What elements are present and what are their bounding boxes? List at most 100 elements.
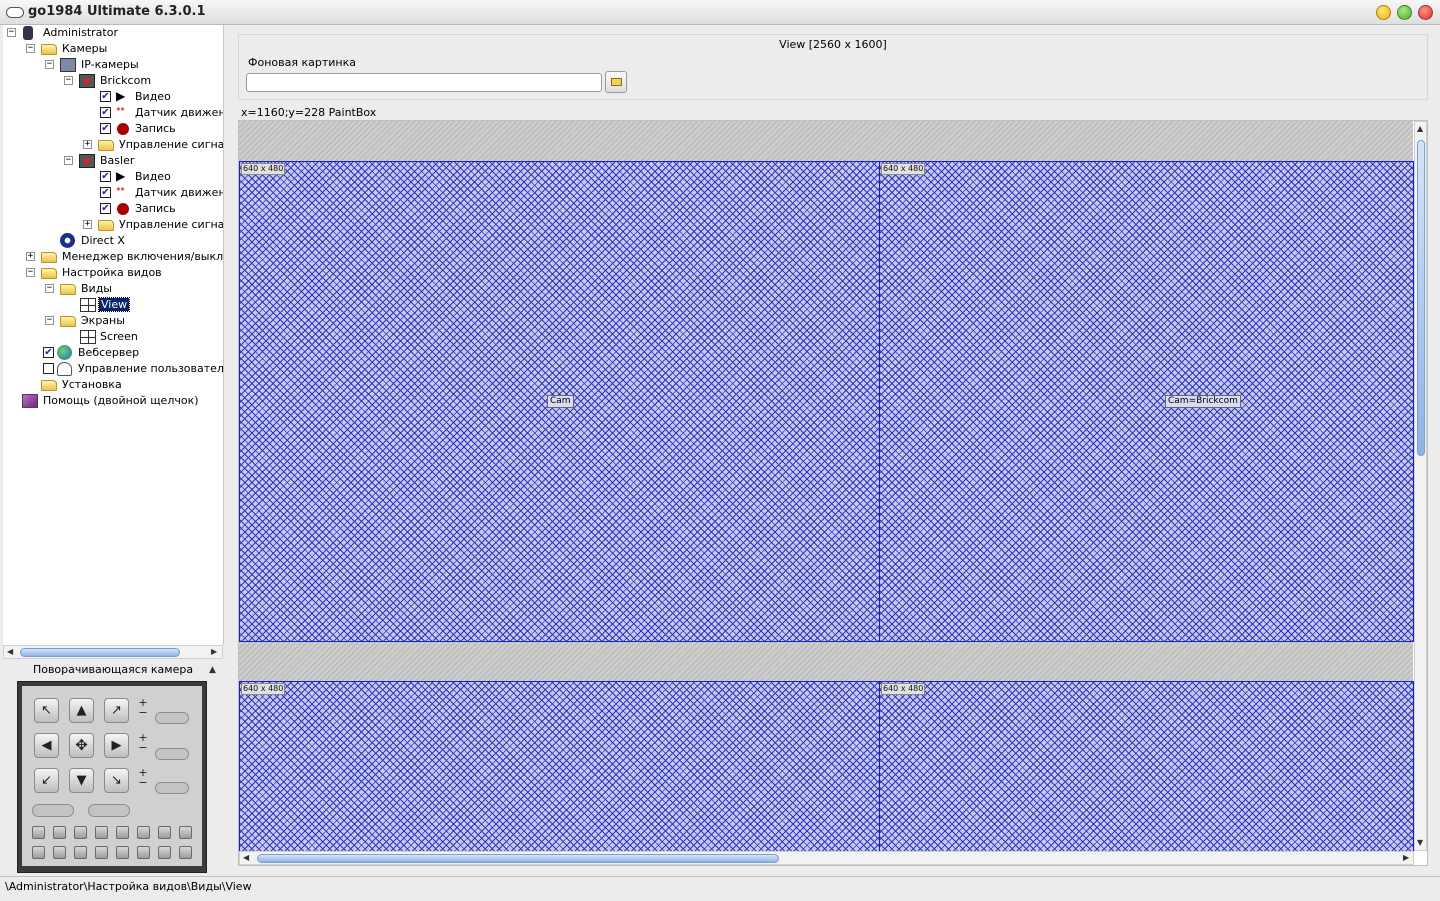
pan-up-right-button[interactable]: ↗ [104, 698, 129, 723]
tree-node-directx[interactable]: Direct X [3, 233, 223, 249]
tree-node-help[interactable]: Помощь (двойной щелчок) [3, 393, 223, 409]
iris-plus-minus-control[interactable]: + − [137, 767, 149, 790]
tree-horizontal-scrollbar[interactable]: ◀ ▶ [3, 645, 223, 659]
tree-node-install[interactable]: Установка [3, 377, 223, 393]
system-menu-icon[interactable] [6, 7, 24, 18]
tree-node-video[interactable]: ✔ ▶ Видео [3, 169, 223, 185]
tree-node-ip-cameras[interactable]: − IP-камеры [3, 57, 223, 73]
view-canvas[interactable]: 640 x 480 Cam 640 x 480 Cam=Brickcom 640… [238, 120, 1428, 866]
tree-node-motion-sensor[interactable]: ✔ ᕯ Датчик движения [3, 105, 223, 121]
enabled-checkbox[interactable]: ✔ [100, 187, 111, 198]
enabled-checkbox[interactable]: ✔ [100, 91, 111, 102]
collapse-icon[interactable]: − [45, 60, 54, 69]
preset-6-button[interactable] [137, 826, 150, 839]
collapse-icon[interactable]: − [64, 156, 73, 165]
canvas-vertical-scrollbar[interactable]: ▲ ▼ [1414, 121, 1427, 851]
preset-11-button[interactable] [74, 846, 87, 859]
scroll-up-icon[interactable]: ▲ [1417, 124, 1423, 133]
globe-icon [57, 345, 72, 360]
tree-label: IP-камеры [81, 58, 139, 71]
collapse-icon[interactable]: − [26, 44, 35, 53]
tree-node-signal-control[interactable]: + Управление сигналами [3, 137, 223, 153]
preset-4-button[interactable] [95, 826, 108, 839]
tree-node-view-setup[interactable]: − Настройка видов [3, 265, 223, 281]
enabled-checkbox[interactable]: ✔ [43, 347, 54, 358]
tree-node-view[interactable]: View [3, 297, 223, 313]
tree-node-views[interactable]: − Виды [3, 281, 223, 297]
scroll-left-icon[interactable]: ◀ [243, 853, 249, 862]
scroll-right-icon[interactable]: ▶ [211, 647, 217, 656]
tree-node-webserver[interactable]: ✔ Вебсервер [3, 345, 223, 361]
tree-node-record[interactable]: ✔ Запись [3, 121, 223, 137]
tilt-up-button[interactable]: ▲ [69, 698, 94, 723]
background-image-input[interactable] [246, 73, 602, 92]
preset-3-button[interactable] [74, 826, 87, 839]
scroll-thumb[interactable] [1417, 140, 1425, 456]
expand-icon[interactable]: + [83, 140, 92, 149]
pan-up-left-button[interactable]: ↖ [34, 698, 59, 723]
tree-node-cameras[interactable]: − Камеры [3, 41, 223, 57]
tree-node-screen[interactable]: Screen [3, 329, 223, 345]
pan-left-button[interactable]: ◀ [34, 733, 59, 758]
enabled-checkbox[interactable]: ✔ [43, 363, 54, 374]
enabled-checkbox[interactable]: ✔ [100, 203, 111, 214]
preset-9-button[interactable] [32, 846, 45, 859]
scroll-thumb[interactable] [257, 854, 779, 863]
scroll-thumb[interactable] [20, 648, 180, 657]
collapse-panel-icon[interactable]: ▲ [209, 665, 216, 675]
preset-12-button[interactable] [95, 846, 108, 859]
camera-slot[interactable]: 640 x 480 Cam=Brickcom [879, 161, 1414, 642]
collapse-icon[interactable]: − [26, 268, 35, 277]
enabled-checkbox[interactable]: ✔ [100, 123, 111, 134]
enabled-checkbox[interactable]: ✔ [100, 107, 111, 118]
collapse-icon[interactable]: − [45, 284, 54, 293]
close-button[interactable] [1418, 5, 1433, 20]
canvas-horizontal-scrollbar[interactable]: ◀ ▶ [239, 851, 1414, 865]
pan-down-left-button[interactable]: ↙ [34, 768, 59, 793]
collapse-icon[interactable]: − [45, 316, 54, 325]
preset-15-button[interactable] [158, 846, 171, 859]
preset-1-button[interactable] [32, 826, 45, 839]
scroll-right-icon[interactable]: ▶ [1403, 853, 1409, 862]
tree-node-manager[interactable]: + Менеджер включения/выключения [3, 249, 223, 265]
enabled-checkbox[interactable]: ✔ [100, 171, 111, 182]
minimize-button[interactable] [1376, 5, 1391, 20]
maximize-button[interactable] [1397, 5, 1412, 20]
preset-7-button[interactable] [158, 826, 171, 839]
collapse-icon[interactable]: − [64, 76, 73, 85]
tilt-down-button[interactable]: ▼ [69, 768, 94, 793]
pan-right-button[interactable]: ▶ [104, 733, 129, 758]
collapse-icon[interactable]: − [7, 28, 16, 37]
preset-16-button[interactable] [179, 846, 192, 859]
tree-node-signal-control[interactable]: + Управление сигналами [3, 217, 223, 233]
preset-10-button[interactable] [53, 846, 66, 859]
tree-node-brickcom[interactable]: − Brickcom [3, 73, 223, 89]
preset-13-button[interactable] [116, 846, 129, 859]
scroll-left-icon[interactable]: ◀ [7, 647, 13, 656]
expand-icon[interactable]: + [83, 220, 92, 229]
preset-load-button[interactable] [88, 804, 130, 817]
tree-node-motion-sensor[interactable]: ✔ ᕯ Датчик движения [3, 185, 223, 201]
browse-folder-button[interactable] [605, 71, 627, 93]
preset-save-button[interactable] [32, 804, 74, 817]
tree-node-screens[interactable]: − Экраны [3, 313, 223, 329]
tree-node-administrator[interactable]: − Administrator [3, 25, 223, 41]
tree-node-user-management[interactable]: ✔ Управление пользователями [3, 361, 223, 377]
preset-14-button[interactable] [137, 846, 150, 859]
tree-node-record[interactable]: ✔ Запись [3, 201, 223, 217]
preset-2-button[interactable] [53, 826, 66, 839]
scroll-down-icon[interactable]: ▼ [1417, 838, 1423, 847]
expand-icon[interactable]: + [26, 252, 35, 261]
preset-5-button[interactable] [116, 826, 129, 839]
preset-8-button[interactable] [179, 826, 192, 839]
camera-slot[interactable]: 640 x 480 [879, 681, 1414, 865]
tree-node-basler[interactable]: − Basler [3, 153, 223, 169]
focus-plus-minus-control[interactable]: + − [137, 732, 149, 755]
center-move-button[interactable]: ✥ [69, 733, 94, 758]
camera-slot[interactable]: 640 x 480 Cam [239, 161, 880, 642]
tree-node-video[interactable]: ✔ ▶ Видео [3, 89, 223, 105]
navigation-tree[interactable]: − Administrator − Камеры − IP-камеры − B… [3, 25, 224, 645]
pan-down-right-button[interactable]: ↘ [104, 768, 129, 793]
zoom-plus-minus-control[interactable]: + − [137, 697, 149, 720]
camera-slot[interactable]: 640 x 480 [239, 681, 880, 865]
